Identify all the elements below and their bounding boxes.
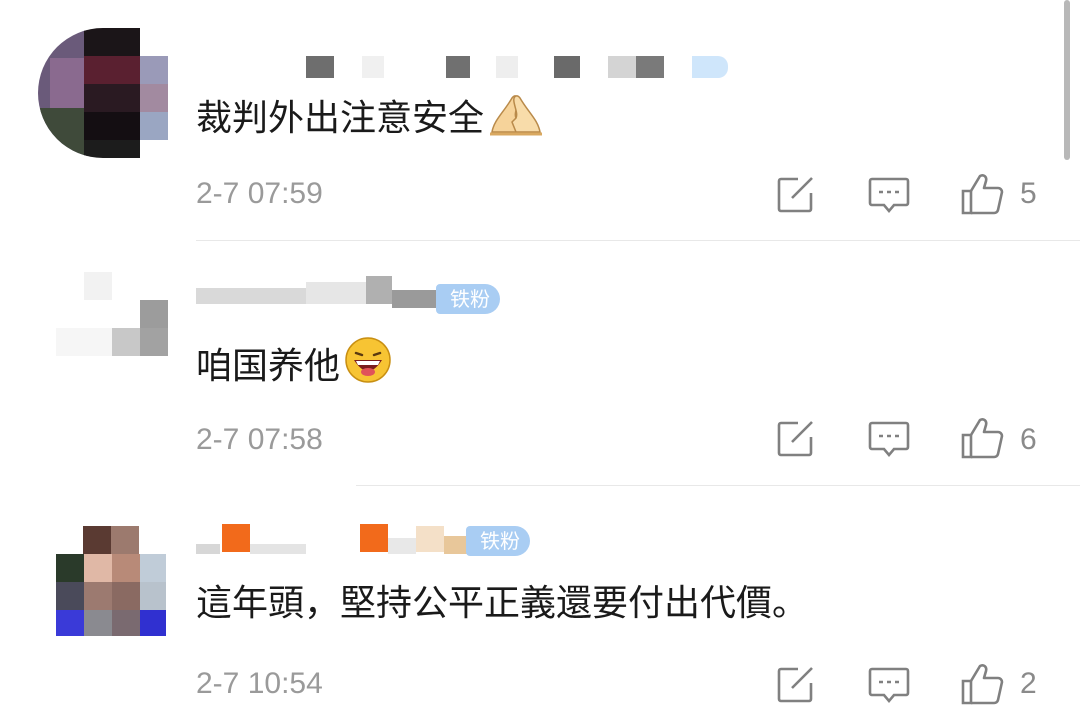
comment-item: 铁粉 這年頭，堅持公平正義還要付出代價。 2-7 10:54 2 — [0, 486, 1080, 725]
fan-badge: 铁粉 — [466, 526, 530, 556]
fan-badge: 铁粉 — [436, 284, 500, 314]
like-button[interactable] — [960, 416, 1004, 460]
share-edit-icon — [777, 667, 813, 703]
comment-icon — [868, 667, 910, 704]
avatar[interactable] — [56, 526, 166, 636]
comment-timestamp: 2-7 07:59 — [196, 177, 323, 210]
like-count: 5 — [1020, 177, 1037, 210]
avatar[interactable] — [56, 272, 168, 366]
reply-button[interactable] — [868, 176, 910, 216]
share-edit-icon — [777, 421, 813, 457]
reply-button[interactable] — [868, 666, 910, 706]
share-button[interactable] — [776, 176, 816, 214]
scrollbar[interactable] — [1064, 0, 1070, 160]
divider — [196, 240, 1080, 241]
thumbs-up-icon — [961, 418, 1004, 459]
comment-text-content: 咱国养他 — [196, 346, 341, 387]
comment-text: 裁判外出注意安全 — [196, 92, 544, 147]
comment-list: 裁判外出注意安全 2-7 07:59 5 铁粉 咱国养他 2-7 07:58 6… — [0, 0, 1080, 725]
comment-item: 裁判外出注意安全 2-7 07:59 5 — [0, 0, 1080, 242]
share-button[interactable] — [776, 666, 816, 704]
like-button[interactable] — [960, 662, 1004, 706]
thumbs-up-icon — [961, 174, 1004, 215]
comment-icon — [868, 177, 910, 214]
thumbs-up-icon — [961, 664, 1004, 705]
comment-timestamp: 2-7 10:54 — [196, 667, 323, 700]
folded-hands-emoji — [488, 92, 544, 147]
comment-icon — [868, 421, 910, 458]
comment-timestamp: 2-7 07:58 — [196, 423, 323, 456]
comment-text-content: 裁判外出注意安全 — [196, 98, 485, 139]
comment-item: 铁粉 咱国养他 2-7 07:58 6 — [0, 242, 1080, 486]
like-count: 2 — [1020, 667, 1037, 700]
reply-button[interactable] — [868, 420, 910, 460]
laughing-face-emoji — [344, 336, 392, 395]
comment-text: 這年頭，堅持公平正義還要付出代價。 — [196, 582, 808, 626]
comment-text: 咱国养他 — [196, 336, 392, 395]
share-button[interactable] — [776, 420, 816, 458]
comment-text-content: 這年頭，堅持公平正義還要付出代價。 — [196, 583, 809, 624]
like-count: 6 — [1020, 423, 1037, 456]
share-edit-icon — [777, 177, 813, 213]
avatar[interactable] — [38, 28, 168, 158]
username[interactable] — [300, 54, 740, 86]
like-button[interactable] — [960, 172, 1004, 216]
